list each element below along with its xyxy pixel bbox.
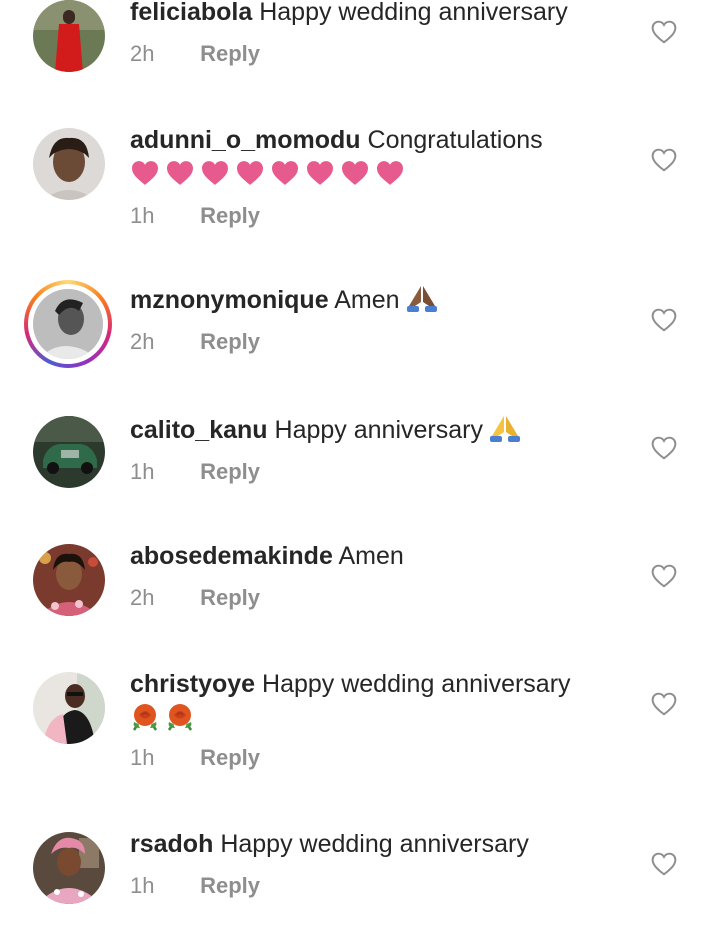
reply-button[interactable]: Reply bbox=[200, 585, 260, 610]
comment-time: 2h bbox=[130, 329, 155, 354]
reply-button[interactable]: Reply bbox=[200, 459, 260, 484]
comment-time: 1h bbox=[130, 459, 155, 484]
emoji-row bbox=[130, 158, 630, 188]
reply-button[interactable]: Reply bbox=[200, 41, 260, 66]
avatar-image bbox=[33, 832, 105, 904]
avatar-story-ring[interactable] bbox=[24, 280, 112, 368]
comment-text: Amen bbox=[338, 542, 404, 570]
comment-username[interactable]: abosedemakinde bbox=[130, 542, 333, 570]
pink-heart-icon bbox=[377, 161, 403, 185]
avatar[interactable] bbox=[33, 832, 105, 904]
rose-icon bbox=[167, 704, 193, 731]
pink-heart-icon bbox=[342, 161, 368, 185]
comment-text: Amen bbox=[334, 286, 400, 314]
comment-time: 1h bbox=[130, 745, 155, 770]
comment-text: Congratulations bbox=[367, 126, 543, 154]
comment-username[interactable]: christyoye bbox=[130, 670, 255, 698]
avatar[interactable] bbox=[33, 128, 105, 200]
avatar-image bbox=[33, 672, 105, 744]
comment-time: 1h bbox=[130, 203, 155, 228]
pink-heart-icon bbox=[167, 161, 193, 185]
avatar[interactable] bbox=[33, 672, 105, 744]
avatar bbox=[33, 289, 103, 359]
rose-icon bbox=[132, 704, 158, 731]
folded-hands-icon bbox=[489, 416, 520, 442]
comment-username[interactable]: mznonymonique bbox=[130, 286, 329, 314]
reply-button[interactable]: Reply bbox=[200, 745, 260, 770]
comment-text: Happy wedding anniversary bbox=[220, 830, 529, 858]
comment-time: 2h bbox=[130, 41, 155, 66]
reply-button[interactable]: Reply bbox=[200, 873, 260, 898]
reply-button[interactable]: Reply bbox=[200, 329, 260, 354]
pink-heart-icon bbox=[132, 161, 158, 185]
comment-username[interactable]: calito_kanu bbox=[130, 416, 268, 444]
pink-heart-icon bbox=[237, 161, 263, 185]
reply-button[interactable]: Reply bbox=[200, 203, 260, 228]
comment-username[interactable]: adunni_o_momodu bbox=[130, 126, 361, 154]
comment-time: 1h bbox=[130, 873, 155, 898]
pink-heart-icon bbox=[272, 161, 298, 185]
comment-text: Happy wedding anniversary bbox=[259, 0, 568, 26]
avatar-image bbox=[33, 0, 105, 72]
folded-hands-icon bbox=[406, 286, 437, 312]
heart-outline-icon[interactable] bbox=[651, 692, 677, 716]
comment-username[interactable]: rsadoh bbox=[130, 830, 213, 858]
comment-username[interactable]: feliciabola bbox=[130, 0, 252, 26]
pink-heart-icon bbox=[202, 161, 228, 185]
heart-outline-icon[interactable] bbox=[651, 148, 677, 172]
avatar-image bbox=[33, 128, 105, 200]
heart-outline-icon[interactable] bbox=[651, 436, 677, 460]
avatar[interactable] bbox=[33, 0, 105, 72]
heart-outline-icon[interactable] bbox=[651, 564, 677, 588]
avatar-image bbox=[33, 416, 105, 488]
avatar[interactable] bbox=[33, 416, 105, 488]
heart-outline-icon[interactable] bbox=[651, 308, 677, 332]
pink-heart-icon bbox=[307, 161, 333, 185]
comment-text: Happy wedding anniversary bbox=[262, 670, 571, 698]
heart-outline-icon[interactable] bbox=[651, 20, 677, 44]
comment-time: 2h bbox=[130, 585, 155, 610]
avatar-image bbox=[33, 289, 103, 359]
avatar-image bbox=[33, 544, 105, 616]
emoji-row bbox=[130, 702, 630, 732]
heart-outline-icon[interactable] bbox=[651, 852, 677, 876]
comment-text: Happy anniversary bbox=[274, 416, 483, 444]
avatar[interactable] bbox=[33, 544, 105, 616]
